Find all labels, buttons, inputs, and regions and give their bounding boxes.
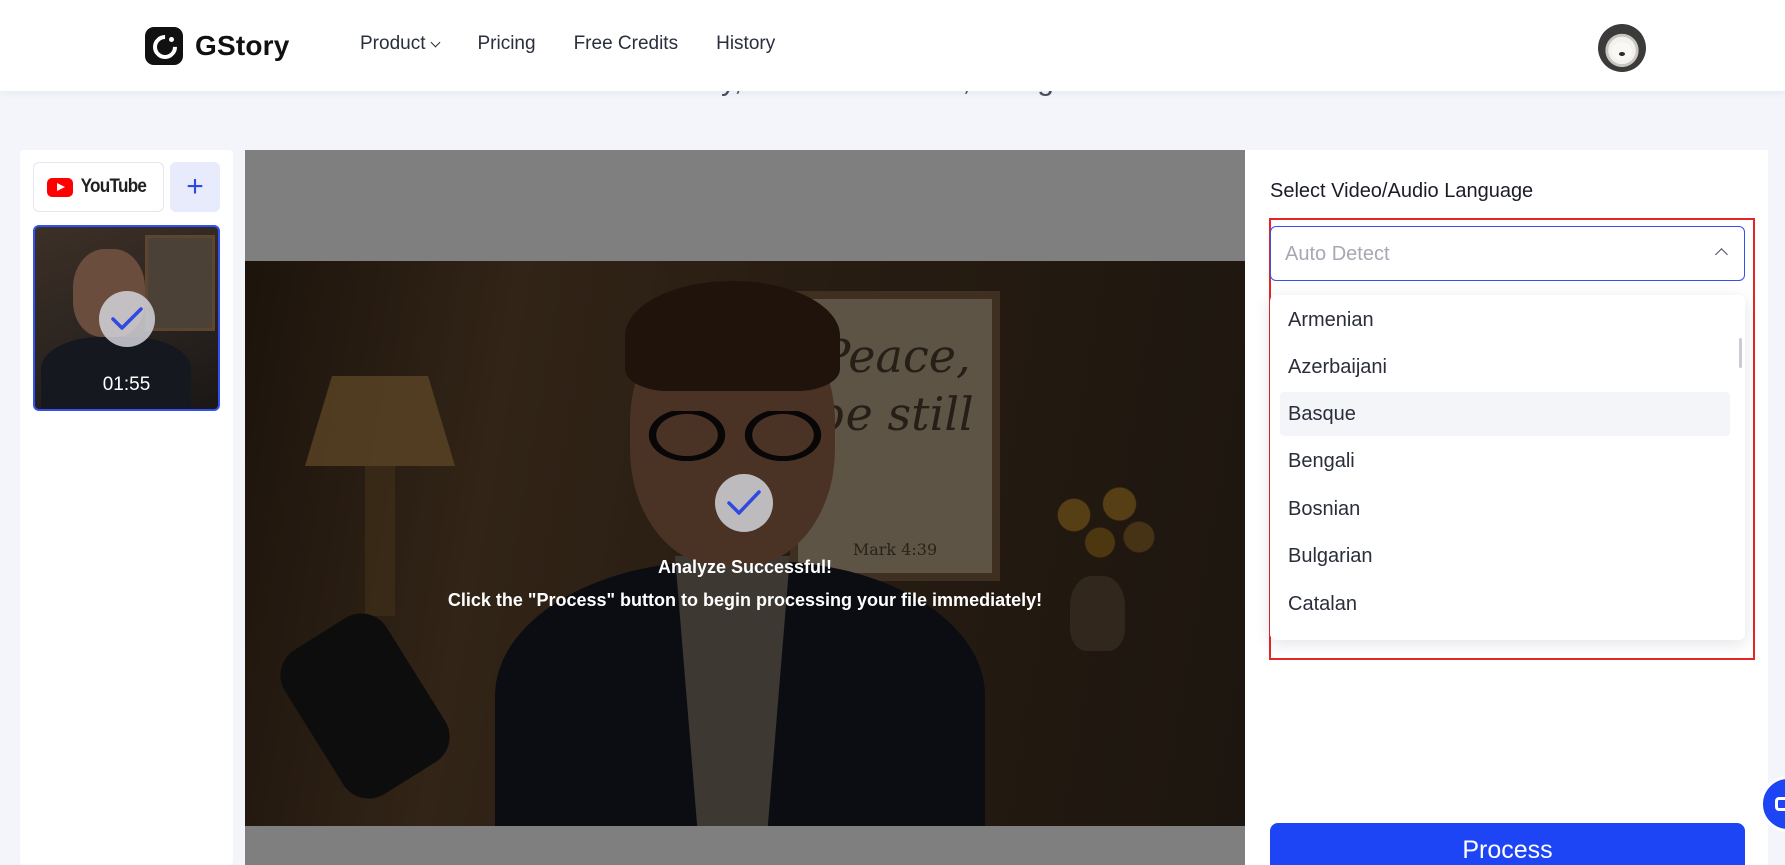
language-select[interactable]: Auto Detect: [1270, 226, 1745, 281]
check-icon: [99, 291, 155, 347]
video-preview: Peace, be still Mark 4:39 Analyze Succes…: [245, 150, 1245, 865]
check-icon: [715, 474, 773, 532]
language-option-azerbaijani[interactable]: Azerbaijani: [1280, 345, 1730, 389]
language-select-value: Auto Detect: [1285, 243, 1390, 265]
gstory-logo-icon: [145, 27, 183, 65]
nav-item-label: Pricing: [477, 33, 536, 54]
nav-item-history[interactable]: History: [716, 33, 775, 55]
process-button[interactable]: Process: [1270, 823, 1745, 865]
youtube-logo-text: YouTube: [80, 176, 147, 197]
file-list-panel: YouTube + 01:55: [20, 150, 233, 865]
nav-item-label: Free Credits: [573, 33, 679, 54]
brand-logo-link[interactable]: GStory: [145, 27, 290, 65]
nav-item-pricing[interactable]: Pricing: [477, 33, 535, 55]
user-avatar[interactable]: [1598, 24, 1646, 72]
analyze-status-title: Analyze Successful!: [657, 557, 833, 577]
chevron-down-icon: [431, 37, 441, 47]
nav-item-free-credits[interactable]: Free Credits: [574, 33, 679, 55]
language-dropdown-menu[interactable]: Armenian Azerbaijani Basque Bengali Bosn…: [1270, 295, 1745, 640]
video-duration: 01:55: [102, 374, 151, 395]
add-file-button[interactable]: +: [170, 162, 220, 212]
thumbnail-poster: [145, 235, 215, 331]
video-frame: Peace, be still Mark 4:39: [245, 261, 1245, 826]
language-option-bulgarian[interactable]: Bulgarian: [1280, 534, 1730, 578]
language-option-armenian[interactable]: Armenian: [1280, 298, 1730, 342]
language-option-bosnian[interactable]: Bosnian: [1280, 487, 1730, 531]
brand-name: GStory: [195, 30, 290, 61]
dropdown-scrollbar[interactable]: [1739, 338, 1742, 368]
chat-icon: [1775, 797, 1785, 811]
video-overlay: [245, 261, 1245, 826]
language-option-basque[interactable]: Basque: [1280, 392, 1730, 436]
nav-item-label: Product: [360, 33, 426, 54]
top-navigation-bar: GStory Product Pricing Free Credits Hist…: [0, 0, 1785, 91]
nav-item-product[interactable]: Product: [360, 33, 441, 55]
language-label: Select Video/Audio Language: [1270, 180, 1534, 202]
settings-panel: Select Video/Audio Language Auto Detect …: [1245, 150, 1768, 865]
nav-item-label: History: [716, 33, 776, 54]
chevron-up-icon: [1715, 248, 1728, 261]
language-option-catalan[interactable]: Catalan: [1280, 582, 1730, 626]
main-nav: Product Pricing Free Credits History: [360, 33, 775, 55]
youtube-play-icon: [47, 177, 74, 197]
language-option-bengali[interactable]: Bengali: [1280, 439, 1730, 483]
video-thumbnail-card[interactable]: 01:55: [33, 225, 220, 411]
analyze-status-message: Click the "Process" button to begin proc…: [447, 590, 1043, 610]
youtube-source-button[interactable]: YouTube: [33, 162, 164, 212]
